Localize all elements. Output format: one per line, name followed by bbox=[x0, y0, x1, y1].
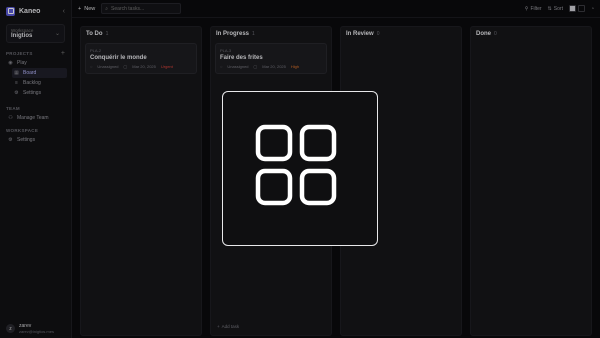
grid-four-icon bbox=[255, 124, 337, 205]
app-icon-dialog[interactable] bbox=[222, 91, 378, 246]
